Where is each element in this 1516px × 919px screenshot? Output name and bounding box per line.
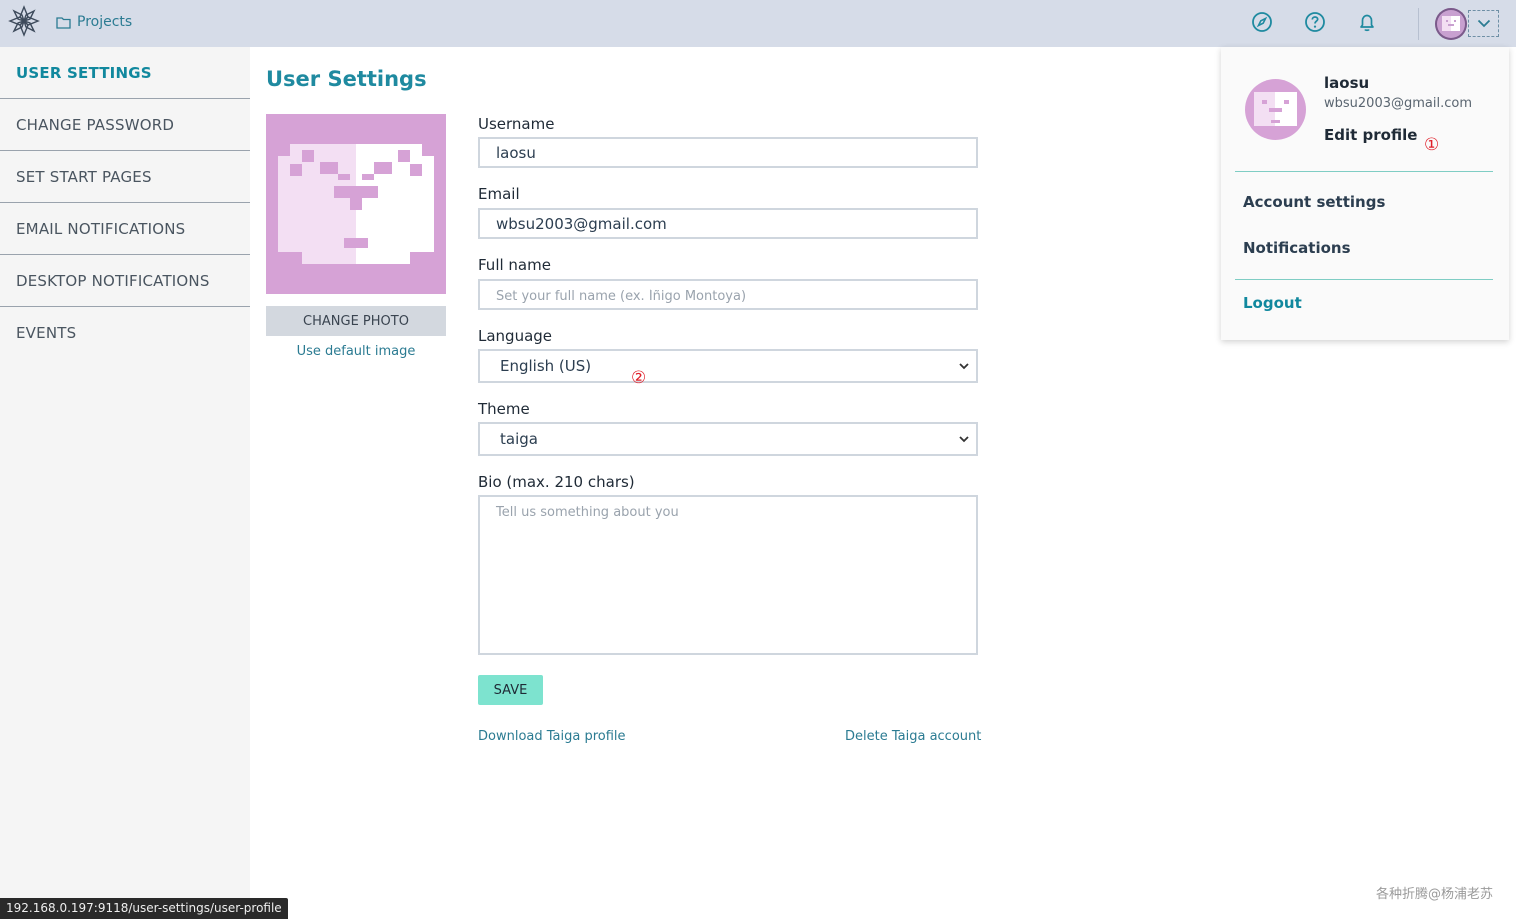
sidebar-item-change-password[interactable]: CHANGE PASSWORD	[0, 99, 250, 151]
logout-link[interactable]: Logout	[1243, 294, 1302, 312]
chevron-down-icon	[959, 363, 969, 370]
language-value: English (US)	[500, 357, 592, 375]
settings-sidebar: USER SETTINGS CHANGE PASSWORD SET START …	[0, 47, 250, 919]
dropdown-username: laosu	[1324, 74, 1370, 92]
page-title: User Settings	[266, 67, 427, 91]
user-avatar[interactable]	[1435, 8, 1467, 40]
folder-icon	[56, 16, 71, 29]
identicon-icon	[278, 144, 434, 264]
taiga-logo-icon[interactable]	[7, 4, 41, 38]
language-select[interactable]: English (US)	[478, 349, 978, 383]
chevron-down-icon	[959, 436, 969, 443]
download-profile-link[interactable]: Download Taiga profile	[478, 729, 626, 744]
status-bar-url: 192.168.0.197:9118/user-settings/user-pr…	[0, 898, 288, 919]
language-label: Language	[478, 327, 553, 345]
sidebar-item-events[interactable]: EVENTS	[0, 307, 250, 359]
avatar-pattern-icon	[1442, 16, 1460, 31]
delete-account-link[interactable]: Delete Taiga account	[845, 729, 981, 744]
sidebar-item-email-notifications[interactable]: EMAIL NOTIFICATIONS	[0, 203, 250, 255]
bell-icon[interactable]	[1356, 11, 1378, 33]
edit-profile-link[interactable]: Edit profile	[1324, 126, 1417, 144]
save-button[interactable]: SAVE	[478, 675, 543, 705]
use-default-image-link[interactable]: Use default image	[266, 344, 446, 359]
identicon-icon	[1254, 92, 1297, 126]
help-icon[interactable]	[1304, 11, 1326, 33]
fullname-field[interactable]	[478, 279, 978, 310]
compass-icon[interactable]	[1251, 11, 1273, 33]
change-photo-button[interactable]: CHANGE PHOTO	[266, 306, 446, 336]
dropdown-divider	[1235, 171, 1493, 172]
watermark: 各种折腾@杨浦老苏	[1376, 887, 1494, 902]
theme-select[interactable]: taiga	[478, 422, 978, 456]
username-field[interactable]	[478, 137, 978, 168]
user-menu-toggle[interactable]	[1468, 10, 1499, 37]
bio-textarea[interactable]	[478, 495, 978, 655]
projects-link[interactable]: Projects	[56, 14, 132, 30]
profile-photo	[266, 114, 446, 294]
username-label: Username	[478, 115, 555, 133]
theme-label: Theme	[478, 400, 530, 418]
dropdown-divider	[1235, 279, 1493, 280]
top-navbar: Projects	[0, 0, 1516, 47]
projects-label: Projects	[77, 14, 133, 30]
nav-divider	[1418, 8, 1419, 40]
annotation-marker-2: ②	[631, 368, 647, 388]
bio-label: Bio (max. 210 chars)	[478, 473, 635, 491]
theme-value: taiga	[500, 430, 538, 448]
annotation-marker-1: ①	[1424, 135, 1440, 155]
sidebar-item-desktop-notifications[interactable]: DESKTOP NOTIFICATIONS	[0, 255, 250, 307]
dropdown-avatar	[1245, 79, 1306, 140]
email-field[interactable]	[478, 208, 978, 239]
sidebar-item-set-start-pages[interactable]: SET START PAGES	[0, 151, 250, 203]
chevron-down-icon	[1477, 19, 1490, 28]
account-settings-link[interactable]: Account settings	[1243, 193, 1385, 211]
sidebar-item-user-settings[interactable]: USER SETTINGS	[0, 47, 250, 99]
notifications-link[interactable]: Notifications	[1243, 239, 1351, 257]
fullname-label: Full name	[478, 256, 551, 274]
dropdown-email: wbsu2003@gmail.com	[1324, 96, 1472, 111]
email-label: Email	[478, 185, 520, 203]
user-dropdown-menu: laosu wbsu2003@gmail.com Edit profile ① …	[1221, 47, 1509, 340]
